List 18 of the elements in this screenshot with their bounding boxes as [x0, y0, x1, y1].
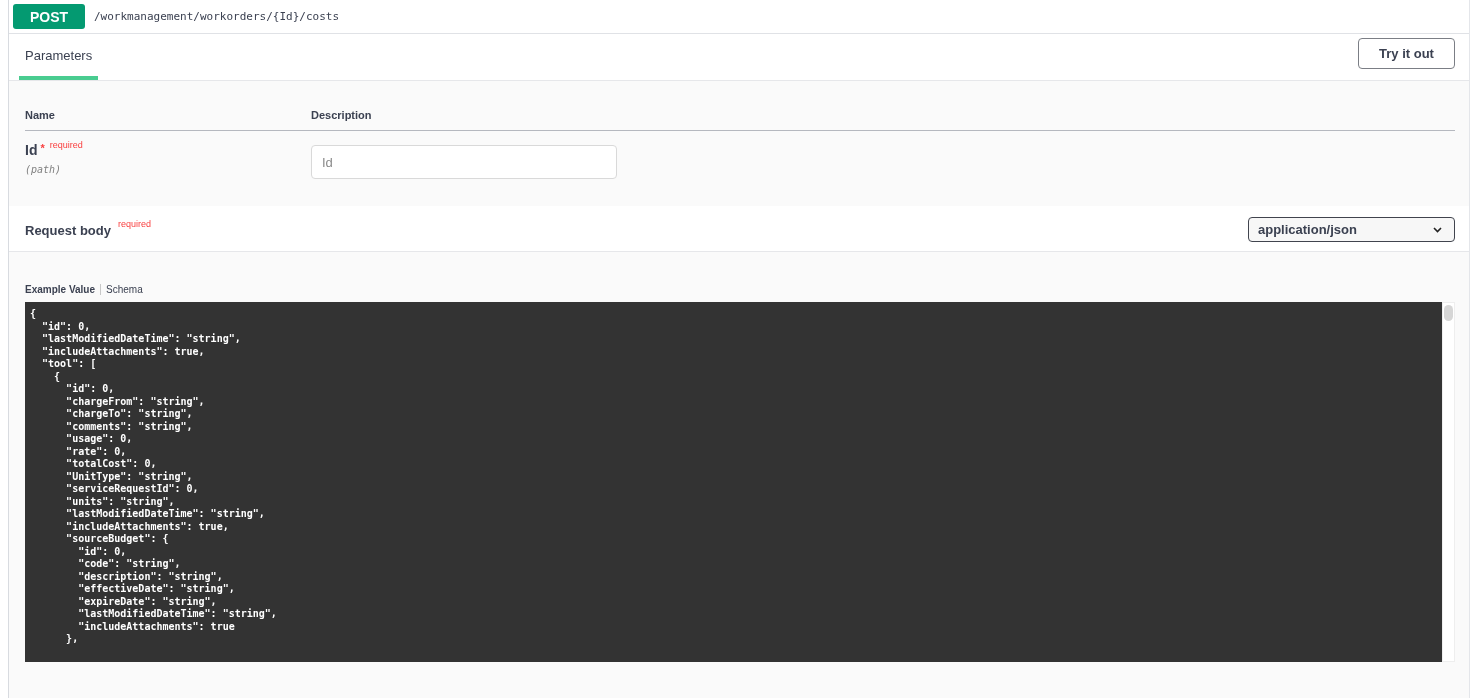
required-label: required: [49, 140, 83, 150]
parameter-location: (path): [25, 164, 62, 175]
try-it-out-button[interactable]: Try it out: [1358, 37, 1455, 69]
method-badge: POST: [13, 4, 85, 29]
input-field[interactable]: Id: [311, 145, 617, 179]
tab[interactable]: Example Value: [25, 283, 101, 295]
content-type-select[interactable]: application/json: [1248, 217, 1455, 242]
section-title: Request body: [25, 223, 111, 238]
column-header: Description: [311, 109, 373, 121]
required-label: required: [117, 219, 151, 229]
parameter-name: Id: [25, 142, 38, 158]
tab[interactable]: Schema: [101, 283, 148, 295]
chevron-down-icon: [1433, 226, 1442, 233]
endpoint-path: /workmanagement/workorders/{Id}/costs: [94, 10, 340, 23]
scrollbar[interactable]: [1442, 302, 1455, 662]
code-block: { "id": 0, "lastModifiedDateTime": "string", "includeAttachments": true, "tool": [ { "id": 0, "chargeFrom": "string", "chargeTo": "string", "comments": "string", "usage": 0, "rate": 0, "totalCost": 0, "UnitType": "string", "serviceRequestId": 0, "units": "string", "lastModifiedDateTime": "string", "includeAttachments": true, "sourceBudget": { "id": 0, "code": "string", "description": "string", "effectiveDate": "string", "expireDate": "string", "lastModifiedDateTime": "string", "includeAttachments": true },: [25, 302, 1442, 662]
required-asterisk: *: [40, 142, 45, 154]
column-header: Name: [25, 109, 56, 121]
